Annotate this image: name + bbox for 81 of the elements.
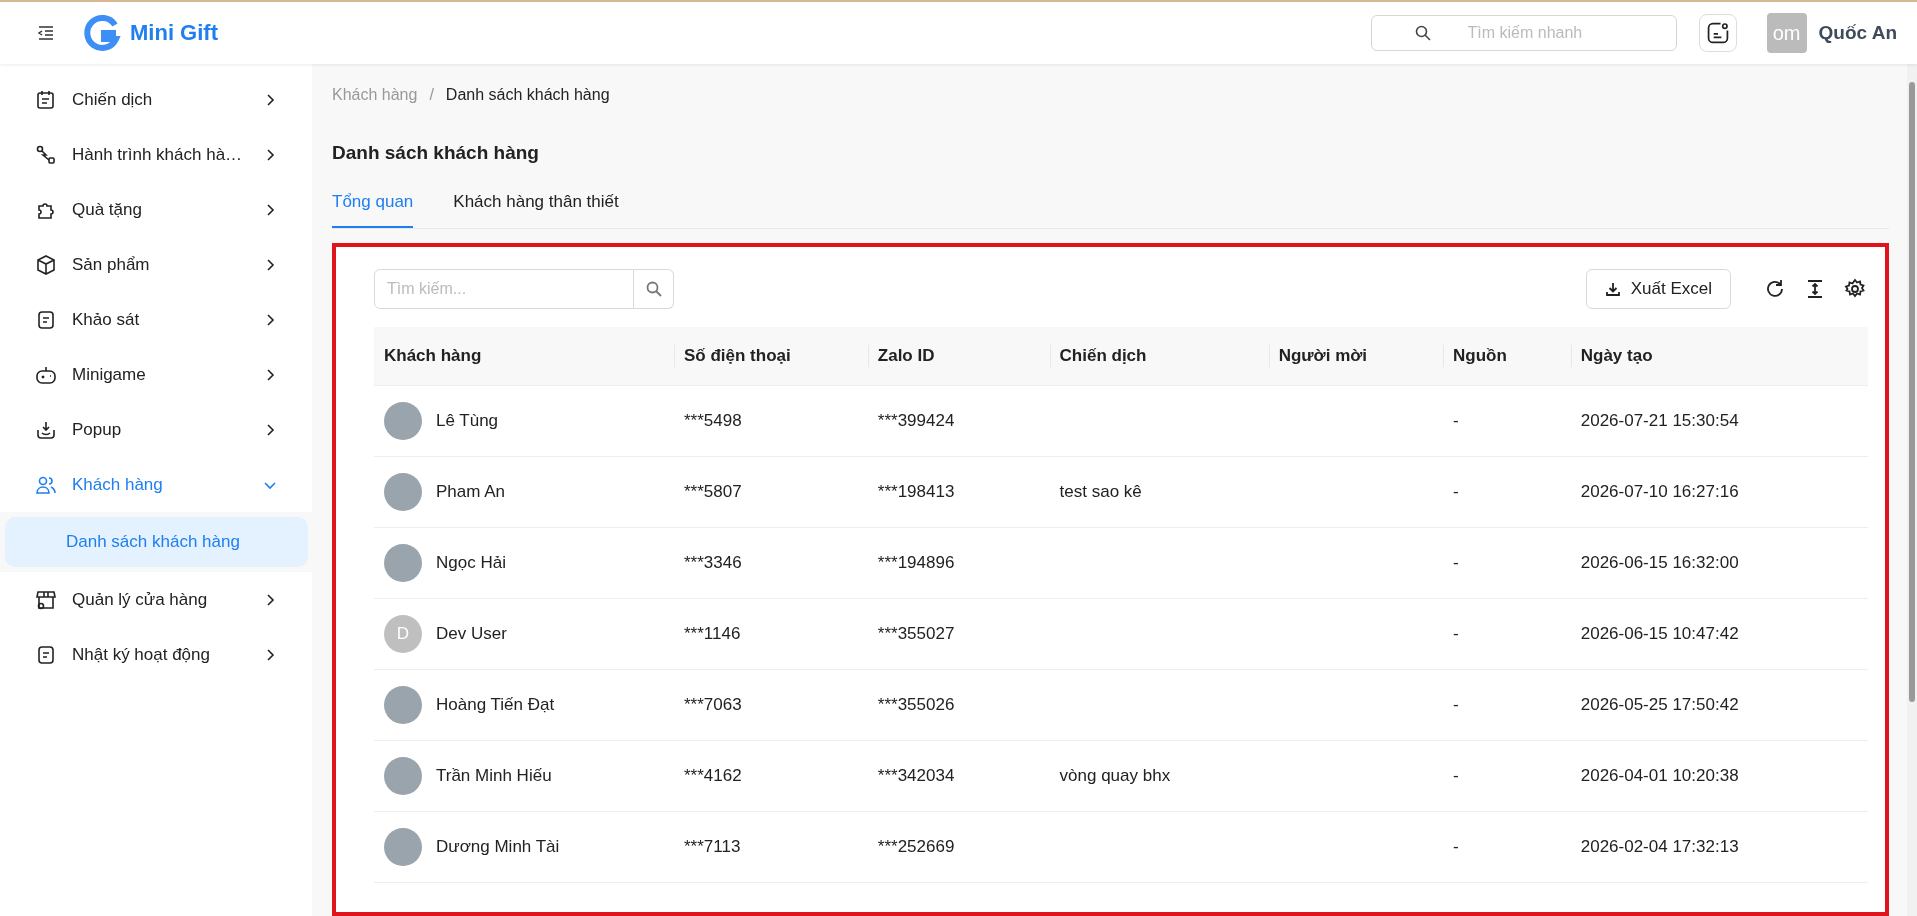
search-field[interactable]: Tìm kiếm... (374, 269, 634, 309)
table-cell: - (1443, 598, 1571, 670)
table-cell: vòng quay bhx (1049, 740, 1269, 812)
table-cell: 2026-07-10 16:27:16 (1570, 456, 1868, 528)
download-icon (1604, 281, 1621, 297)
sidebar-item[interactable]: Minigame (0, 347, 312, 402)
photo-placeholder (384, 828, 422, 866)
sidebar-item[interactable]: Khách hàng (0, 457, 312, 512)
table-cell: 2026-06-15 10:47:42 (1570, 598, 1868, 670)
table-cell: 2026-04-01 10:20:38 (1570, 740, 1868, 812)
table-cell: - (1443, 811, 1571, 883)
table-cell: - (1443, 669, 1571, 741)
customer-name: Trần Minh Hiếu (436, 766, 552, 786)
table-cell: - (1443, 385, 1571, 457)
column-header: Nguồn (1443, 327, 1571, 386)
sidebar-subitem[interactable]: Danh sách khách hàng (5, 517, 308, 567)
menu-icon[interactable] (36, 23, 56, 43)
table-cell: ***7113 (674, 811, 868, 883)
table-cell: 2026-02-04 17:32:13 (1570, 811, 1868, 883)
photo-placeholder (384, 544, 422, 582)
sidebar-item[interactable]: Quản lý cửa hàng (0, 572, 312, 627)
chat-bot-button[interactable] (1698, 14, 1737, 52)
sidebar-item[interactable]: Popup (0, 402, 312, 457)
customer-name: Dev User (436, 624, 507, 644)
table-cell: 2026-07-21 15:30:54 (1570, 385, 1868, 457)
export-excel-button[interactable]: Xuất Excel (1585, 269, 1731, 309)
avatar: D (384, 615, 422, 653)
table-cell: - (1443, 740, 1571, 812)
brand-name: Mini Gift (130, 20, 218, 46)
photo-placeholder (384, 686, 422, 724)
customer-name: Lê Tùng (436, 411, 499, 431)
sidebar-item[interactable]: Sản phẩm (0, 237, 312, 292)
table-cell: test sao kê (1049, 456, 1269, 528)
search-button[interactable] (634, 269, 674, 309)
photo-placeholder (384, 757, 422, 795)
sidebar-item[interactable]: Nhật ký hoạt động (0, 627, 312, 682)
sidebar-item[interactable]: Quà tặng (0, 182, 312, 237)
table-cell: ***3346 (674, 527, 868, 599)
column-header: Ngày tạo (1570, 327, 1868, 386)
sidebar-item[interactable]: Khảo sát (0, 292, 312, 347)
table-cell: - (1443, 456, 1571, 528)
photo-placeholder (384, 473, 422, 511)
table-cell: - (1443, 527, 1571, 599)
table-cell: ***7063 (674, 669, 868, 741)
customer-name: Dương Minh Tài (436, 837, 560, 857)
table-cell: ***355026 (867, 669, 1050, 741)
table-cell: ***5498 (674, 385, 868, 457)
logo-icon (82, 13, 122, 53)
table-cell: ***198413 (867, 456, 1050, 528)
tab[interactable]: Tổng quan (332, 192, 414, 228)
table-cell: ***5807 (674, 456, 868, 528)
search-icon (645, 281, 662, 297)
table-cell: ***399424 (867, 385, 1050, 457)
scrollbar[interactable] (1907, 64, 1917, 916)
table-cell: ***252669 (867, 811, 1050, 883)
customer-name: Hoàng Tiến Đạt (436, 695, 555, 715)
column-header: Số điện thoại (674, 327, 868, 386)
sidebar-item[interactable]: Chiến dịch (0, 72, 312, 127)
sidebar-item[interactable]: Hành trình khách hà… (0, 127, 312, 182)
table-cell: ***4162 (674, 740, 868, 812)
table-cell: ***1146 (674, 598, 868, 670)
user-name[interactable]: Quốc An (1818, 22, 1897, 44)
page-title: Danh sách khách hàng (332, 142, 540, 164)
table-cell: 2026-05-25 17:50:42 (1570, 669, 1868, 741)
column-header: Khách hàng (374, 327, 674, 386)
customer-name: Pham An (436, 482, 505, 502)
table-cell: 2026-06-15 16:32:00 (1570, 527, 1868, 599)
cube-icon (34, 252, 58, 277)
table-cell: ***355027 (867, 598, 1050, 670)
table-cell: ***342034 (867, 740, 1050, 812)
table-cell: ***194896 (867, 527, 1050, 599)
customer-name: Ngọc Hải (436, 553, 506, 573)
column-header: Chiến dịch (1049, 327, 1269, 386)
column-header: Người mời (1268, 327, 1444, 386)
column-header: Zalo ID (867, 327, 1050, 386)
breadcrumb-item: Danh sách khách hàng (445, 86, 610, 104)
photo-placeholder (384, 402, 422, 440)
tab[interactable]: Khách hàng thân thiết (453, 192, 619, 228)
search-icon (1414, 25, 1431, 41)
breadcrumb-separator: / (429, 86, 434, 104)
quick-search-field[interactable]: Tìm kiếm nhanh (1370, 15, 1677, 51)
